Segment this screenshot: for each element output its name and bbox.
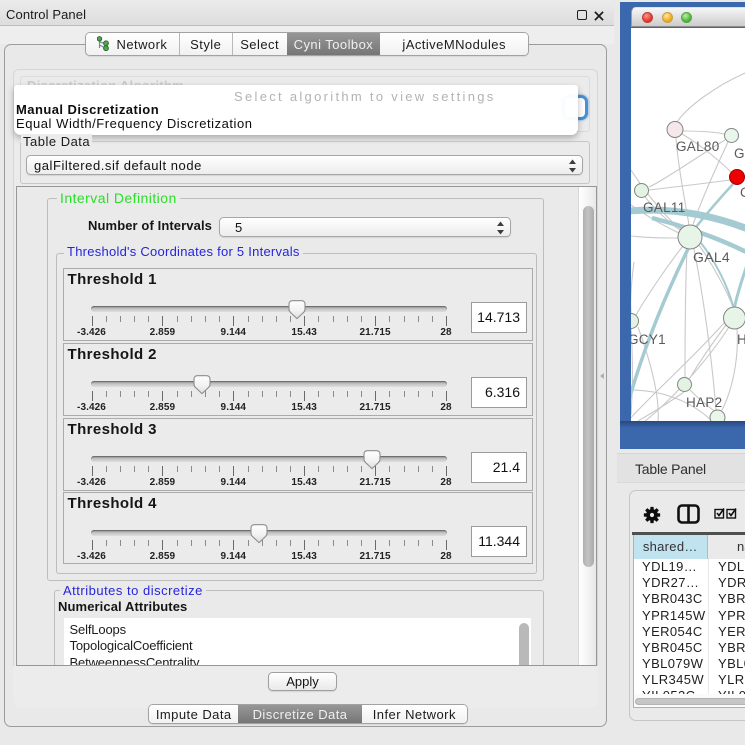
svg-text:HAP2: HAP2 <box>686 395 722 410</box>
svg-text:GAL4: GAL4 <box>693 249 730 265</box>
svg-text:GAL11: GAL11 <box>643 200 686 215</box>
svg-text:HAP4: HAP4 <box>737 332 745 347</box>
svg-text:CD: CD <box>740 185 745 200</box>
svg-text:GAL80: GAL80 <box>676 139 720 154</box>
svg-text:GAL7: GAL7 <box>734 146 745 161</box>
svg-text:GCY1: GCY1 <box>631 332 666 347</box>
